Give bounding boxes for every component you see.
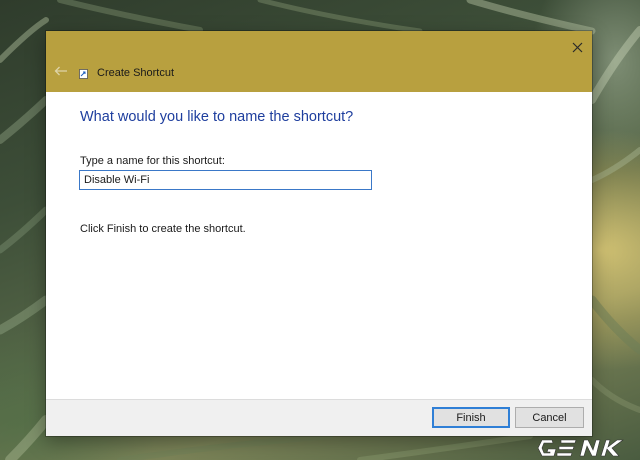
finish-button[interactable]: Finish (432, 407, 510, 428)
arrow-left-icon (54, 66, 67, 76)
close-button[interactable] (566, 36, 588, 58)
instruction-text: Click Finish to create the shortcut. (80, 223, 246, 235)
genk-watermark-logo (537, 439, 624, 457)
shortcut-name-label: Type a name for this shortcut: (80, 155, 225, 167)
create-shortcut-dialog: Create Shortcut What would you like to n… (46, 31, 592, 436)
cancel-button[interactable]: Cancel (515, 407, 584, 428)
back-button[interactable] (52, 64, 70, 78)
shortcut-app-icon (79, 69, 88, 79)
dialog-footer: Finish Cancel (46, 399, 592, 436)
close-icon (572, 42, 582, 52)
page-heading: What would you like to name the shortcut… (80, 109, 354, 125)
dialog-title: Create Shortcut (97, 67, 175, 79)
title-bar: Create Shortcut (46, 31, 592, 92)
shortcut-name-input[interactable] (79, 170, 372, 190)
